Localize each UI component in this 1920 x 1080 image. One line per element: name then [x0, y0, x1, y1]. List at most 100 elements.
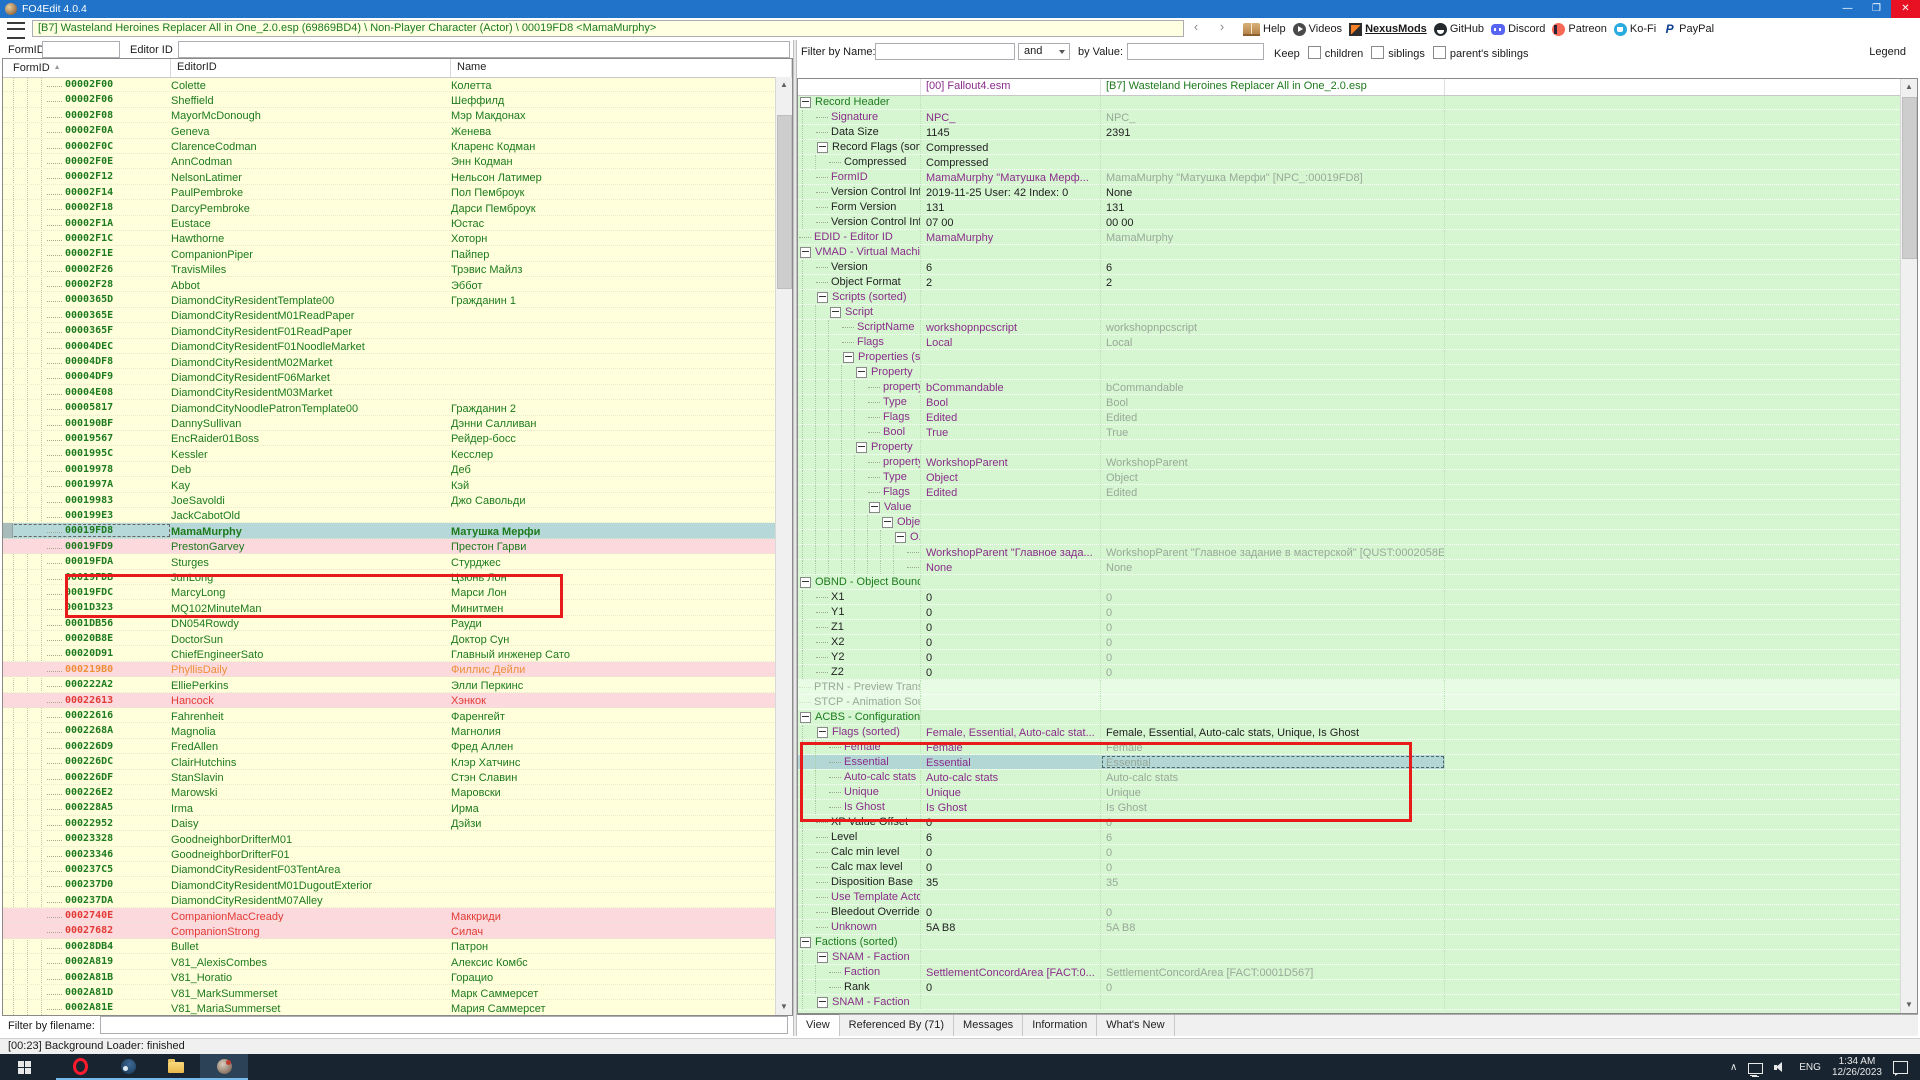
- formid-filter-input[interactable]: [42, 41, 120, 58]
- back-arrow-icon[interactable]: ‹: [1186, 19, 1206, 34]
- field-row[interactable]: EDID - Editor IDMamaMurphyMamaMurphy: [798, 230, 1901, 245]
- table-row[interactable]: 000222A2ElliePerkinsЭлли Перкинс: [3, 677, 776, 692]
- table-row[interactable]: 00002F06SheffieldШеффилд: [3, 92, 776, 107]
- field-row[interactable]: XP Value Offset00: [798, 815, 1901, 830]
- table-row[interactable]: 0002A81DV81_MarkSummersetМарк Саммерсет: [3, 985, 776, 1000]
- table-row[interactable]: 000190BFDannySullivanДэнни Салливан: [3, 416, 776, 431]
- field-row[interactable]: Is GhostIs GhostIs Ghost: [798, 800, 1901, 815]
- table-row[interactable]: 00023346GoodneighborDrifterF01: [3, 847, 776, 862]
- table-row[interactable]: 00020D91ChiefEngineerSatoГлавный инженер…: [3, 646, 776, 661]
- field-row[interactable]: EssentialEssentialEssential: [798, 755, 1901, 770]
- network-icon[interactable]: [1748, 1063, 1763, 1074]
- filter-value-input[interactable]: [1127, 43, 1264, 60]
- column-header-b7-plugin[interactable]: [B7] Wasteland Heroines Replacer All in …: [1101, 79, 1445, 95]
- link-github[interactable]: GitHub: [1434, 23, 1484, 36]
- field-row[interactable]: Rank00: [798, 980, 1901, 995]
- table-row[interactable]: 000219B0PhyllisDailyФиллис Дейли: [3, 662, 776, 677]
- table-row[interactable]: 00022952DaisyДэйзи: [3, 816, 776, 831]
- table-row[interactable]: 00002F18DarcyPembrokeДарси Пемброук: [3, 200, 776, 215]
- table-row[interactable]: 000226E2MarowskiМаровски: [3, 785, 776, 800]
- table-row[interactable]: 00002F1AEustaceЮстас: [3, 216, 776, 231]
- close-button[interactable]: ✕: [1891, 0, 1920, 18]
- table-row[interactable]: 000199E3JackCabotOld: [3, 508, 776, 523]
- table-row[interactable]: 00002F28AbbotЭббот: [3, 277, 776, 292]
- link-discord[interactable]: Discord: [1491, 23, 1545, 35]
- collapse-expander-icon[interactable]: [843, 352, 854, 363]
- field-row[interactable]: Z100: [798, 620, 1901, 635]
- table-row[interactable]: 0002268AMagnoliaМагнолия: [3, 723, 776, 738]
- table-row[interactable]: 000237D0DiamondCityResidentM01DugoutExte…: [3, 877, 776, 892]
- scroll-up-icon[interactable]: ▲: [1901, 79, 1917, 95]
- field-row[interactable]: Version66: [798, 260, 1901, 275]
- field-row[interactable]: WorkshopParent "Главное зада...WorkshopP…: [798, 545, 1901, 560]
- scroll-down-icon[interactable]: ▼: [1901, 997, 1917, 1013]
- field-row[interactable]: Auto-calc statsAuto-calc statsAuto-calc …: [798, 770, 1901, 785]
- table-row[interactable]: 0000365FDiamondCityResidentF01ReadPaper: [3, 323, 776, 338]
- tab-messages[interactable]: Messages: [954, 1015, 1023, 1036]
- checkbox-icon[interactable]: [1433, 46, 1446, 59]
- field-row[interactable]: UniqueUniqueUnique: [798, 785, 1901, 800]
- field-row[interactable]: FlagsEditedEdited: [798, 485, 1901, 500]
- keep-option-parent-s-siblings[interactable]: parent's siblings: [1433, 48, 1529, 60]
- table-row[interactable]: 0002A819V81_AlexisCombesАлексис Комбс: [3, 954, 776, 969]
- field-row[interactable]: CompressedCompressed: [798, 155, 1901, 170]
- right-grid-scrollbar[interactable]: ▲ ▼: [1900, 79, 1917, 1013]
- field-row[interactable]: Version Control Info 12019-11-25 User: 4…: [798, 185, 1901, 200]
- taskbar-steam[interactable]: [104, 1054, 152, 1080]
- table-row[interactable]: 00019983JoeSavoldiДжо Савольди: [3, 493, 776, 508]
- filter-operator-select[interactable]: and: [1018, 43, 1070, 60]
- field-row[interactable]: OBND - Object Bounds: [798, 575, 1901, 590]
- table-row[interactable]: 0001DB56DN054RowdyРауди: [3, 616, 776, 631]
- table-row[interactable]: 00027682CompanionStrongСилач: [3, 923, 776, 938]
- checkbox-icon[interactable]: [1371, 46, 1384, 59]
- collapse-expander-icon[interactable]: [817, 952, 828, 963]
- legend-button[interactable]: Legend: [1869, 46, 1906, 58]
- field-row[interactable]: Data Size11452391: [798, 125, 1901, 140]
- tab-information[interactable]: Information: [1023, 1015, 1097, 1036]
- table-row[interactable]: 000226D9FredAllenФред Аллен: [3, 739, 776, 754]
- table-row[interactable]: 00023328GoodneighborDrifterM01: [3, 831, 776, 846]
- start-button[interactable]: [0, 1054, 48, 1080]
- field-row[interactable]: Record Header: [798, 95, 1901, 110]
- table-row[interactable]: 0001997AKayКэй: [3, 477, 776, 492]
- collapse-expander-icon[interactable]: [800, 247, 811, 258]
- table-row[interactable]: 000226DCClairHutchinsКлэр Хатчинс: [3, 754, 776, 769]
- field-row[interactable]: Y200: [798, 650, 1901, 665]
- taskbar-clock[interactable]: 1:34 AM 12/26/2023: [1832, 1056, 1882, 1078]
- column-header-name[interactable]: Name: [451, 59, 792, 77]
- table-row[interactable]: 00004E08DiamondCityResidentM03Market: [3, 385, 776, 400]
- field-row[interactable]: ACBS - Configuration: [798, 710, 1901, 725]
- column-header-editorid[interactable]: EditorID: [171, 59, 451, 77]
- field-row[interactable]: SNAM - Faction: [798, 950, 1901, 965]
- taskbar-fo4edit-active[interactable]: [200, 1054, 248, 1080]
- field-row[interactable]: property...WorkshopParentWorkshopParent: [798, 455, 1901, 470]
- field-row[interactable]: BoolTrueTrue: [798, 425, 1901, 440]
- table-row[interactable]: 0002740ECompanionMacCreadyМаккриди: [3, 908, 776, 923]
- table-row[interactable]: 00019567EncRaider01BossРейдер-босс: [3, 431, 776, 446]
- table-row[interactable]: 00002F08MayorMcDonoughМэр Макдонах: [3, 108, 776, 123]
- table-row[interactable]: 00028DB4BulletПатрон: [3, 939, 776, 954]
- link-nexusmods[interactable]: NexusMods: [1349, 23, 1427, 36]
- field-row[interactable]: FactionSettlementConcordArea [FACT:0...S…: [798, 965, 1901, 980]
- table-row[interactable]: 00002F12NelsonLatimerНельсон Латимер: [3, 169, 776, 184]
- field-row[interactable]: Flags (sorted)Female, Essential, Auto-ca…: [798, 725, 1901, 740]
- forward-arrow-icon[interactable]: ›: [1212, 19, 1232, 34]
- collapse-expander-icon[interactable]: [800, 577, 811, 588]
- field-row[interactable]: Disposition Base3535: [798, 875, 1901, 890]
- field-row[interactable]: SignatureNPC_NPC_: [798, 110, 1901, 125]
- table-row[interactable]: 0002A81BV81_HoratioГорацио: [3, 970, 776, 985]
- field-row[interactable]: Bleedout Override00: [798, 905, 1901, 920]
- scrollbar-thumb[interactable]: [777, 115, 792, 289]
- field-row[interactable]: Use Template Actors: [798, 890, 1901, 905]
- table-row[interactable]: 00019FDBJunLongЦзюнь Лон: [3, 570, 776, 585]
- field-row[interactable]: Object Format22: [798, 275, 1901, 290]
- field-row[interactable]: NoneNone: [798, 560, 1901, 575]
- table-row[interactable]: 00020B8EDoctorSunДоктор Сун: [3, 631, 776, 646]
- action-center-icon[interactable]: [1893, 1061, 1908, 1074]
- field-row[interactable]: STCP - Animation Sound: [798, 695, 1901, 710]
- table-row[interactable]: 0001995CKesslerКесслер: [3, 446, 776, 461]
- collapse-expander-icon[interactable]: [800, 97, 811, 108]
- field-row[interactable]: Property: [798, 365, 1901, 380]
- tab-what-s-new[interactable]: What's New: [1097, 1015, 1174, 1036]
- collapse-expander-icon[interactable]: [856, 367, 867, 378]
